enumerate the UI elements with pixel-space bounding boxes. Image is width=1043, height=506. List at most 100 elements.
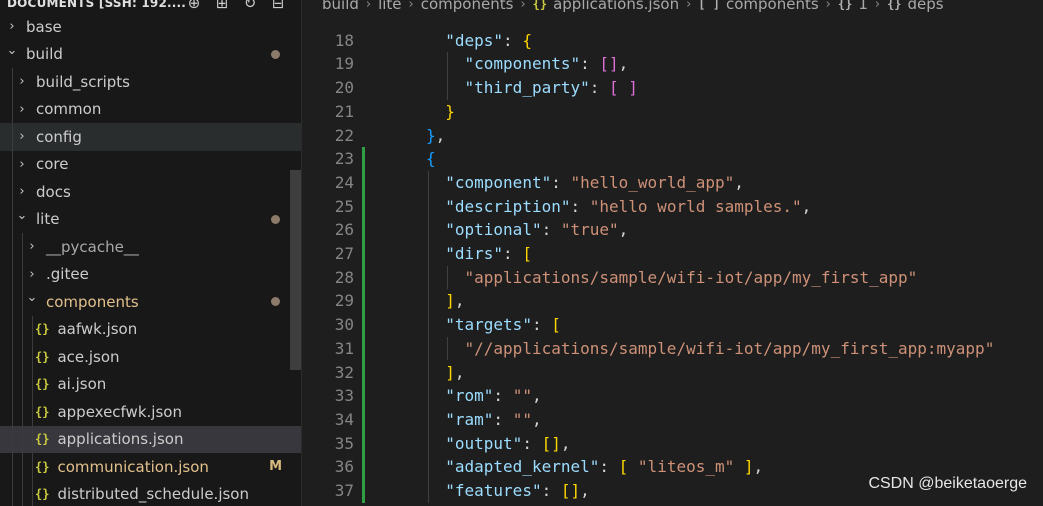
- line-number: 32: [334, 362, 354, 382]
- tree-item-label: distributed_schedule.json: [57, 485, 249, 504]
- code-line: 31 "//applications/sample/wifi-iot/app/my…: [302, 337, 1043, 361]
- breadcrumb-item[interactable]: 1: [858, 0, 868, 13]
- file-item-communication-json[interactable]: {} communication.json M: [0, 453, 301, 481]
- code-text: ],: [445, 289, 464, 313]
- breadcrumb-item[interactable]: components: [726, 0, 819, 13]
- code-text: ],: [445, 361, 464, 385]
- folder-item-lite[interactable]: ⌄ lite: [0, 205, 301, 233]
- code-text: "deps": {: [445, 29, 532, 53]
- code-text: "features": [],: [445, 479, 590, 503]
- code-token: {: [426, 149, 436, 169]
- line-number: 22: [334, 125, 354, 145]
- tree-item-label: appexecfwk.json: [57, 402, 182, 421]
- breadcrumb-item[interactable]: deps: [908, 0, 944, 13]
- line-number: 21: [334, 101, 354, 121]
- new-file-icon[interactable]: ⊕: [184, 0, 204, 11]
- code-line: 27 "dirs": [: [302, 242, 1043, 266]
- file-item-aafwk-json[interactable]: {} aafwk.json: [0, 315, 301, 343]
- code-token: [: [618, 457, 629, 477]
- code-token: :: [503, 244, 523, 263]
- breadcrumb-item[interactable]: build: [322, 0, 359, 13]
- line-number: 19: [334, 54, 354, 74]
- code-token: {: [522, 30, 532, 50]
- indent-guide: [22, 370, 23, 398]
- refresh-icon[interactable]: ↻: [240, 0, 260, 11]
- code-token: "dirs": [445, 244, 504, 263]
- indent-guide: [22, 343, 23, 371]
- sidebar-scrollbar[interactable]: [290, 170, 301, 370]
- indent-guide: [12, 233, 13, 261]
- folder-item-build[interactable]: ⌄ build: [0, 41, 301, 69]
- collapse-all-icon[interactable]: ⊟: [268, 0, 288, 11]
- code-token: "//applications/sample/wifi-iot/app/my_f…: [464, 338, 995, 358]
- tree-item-label: ai.json: [57, 375, 107, 394]
- file-item-applications-json[interactable]: {} applications.json: [0, 425, 301, 453]
- breadcrumb-item[interactable]: applications.json: [553, 0, 679, 13]
- new-folder-icon[interactable]: ⊞: [212, 0, 232, 11]
- folder-item-config[interactable]: › config: [0, 123, 301, 151]
- chevron-right-icon: ›: [686, 0, 692, 12]
- object-symbol-icon: {}: [887, 0, 902, 11]
- breadcrumb-item[interactable]: lite: [378, 0, 401, 13]
- file-item-ai-json[interactable]: {} ai.json: [0, 370, 301, 398]
- indent-guide: [12, 178, 13, 206]
- file-item-distributed-schedule-json[interactable]: {} distributed_schedule.json: [0, 480, 301, 506]
- code-token: ,: [618, 220, 629, 240]
- indent-guide: [22, 288, 23, 316]
- code-token: "": [512, 409, 532, 429]
- code-token: ,: [454, 362, 465, 382]
- code-editor[interactable]: 17"features": [],18"deps": {19"component…: [302, 0, 1043, 506]
- code-token: :: [541, 220, 561, 240]
- code-text: "applications/sample/wifi-iot/app/my_fir…: [465, 266, 918, 290]
- indent-guide: [12, 315, 13, 343]
- code-token: :: [599, 457, 619, 477]
- line-number: 33: [334, 386, 354, 406]
- tree-item-label: .gitee: [46, 265, 89, 284]
- explorer-header: DOCUMENTS [SSH: 192.... ⊕ ⊞ ↻ ⊟: [0, 0, 301, 13]
- line-number: 30: [334, 315, 354, 335]
- code-text: "component": "hello_world_app",: [445, 171, 744, 195]
- breadcrumb-item[interactable]: components: [421, 0, 514, 13]
- code-line: 32],: [302, 361, 1043, 385]
- folder-item-core[interactable]: › core: [0, 150, 301, 178]
- json-file-icon: {}: [35, 404, 50, 419]
- chevron-right-icon: ›: [825, 0, 831, 12]
- tree-item-label: common: [36, 100, 102, 119]
- code-line: 21}: [302, 100, 1043, 124]
- folder-item-gitee[interactable]: › .gitee: [0, 260, 301, 288]
- json-file-icon: {}: [35, 459, 50, 474]
- chevron-down-icon: ⌄: [6, 42, 18, 58]
- indent-guide: [32, 315, 33, 343]
- code-token: "true": [560, 220, 619, 240]
- indent-guide: [12, 123, 13, 151]
- indent-guide: [32, 343, 33, 371]
- line-number: 34: [334, 409, 354, 429]
- indent-guide: [12, 398, 13, 426]
- json-file-icon: {}: [35, 349, 50, 364]
- folder-item-pycache[interactable]: › __pycache__: [0, 233, 301, 261]
- code-token: :: [551, 172, 571, 192]
- folder-item-build-scripts[interactable]: › build_scripts: [0, 68, 301, 96]
- indent-guide: [22, 233, 23, 261]
- json-file-icon: {}: [35, 322, 50, 337]
- code-token: [: [522, 244, 532, 263]
- tree-item-label: docs: [36, 182, 71, 201]
- tree-item-label: config: [36, 127, 82, 146]
- indent-guide: [22, 480, 23, 506]
- file-item-appexecfwk-json[interactable]: {} appexecfwk.json: [0, 398, 301, 426]
- code-token: "": [512, 386, 532, 406]
- tree-item-label: aafwk.json: [57, 320, 138, 339]
- chevron-down-icon: ⌄: [26, 290, 38, 306]
- modified-dot-icon: [271, 297, 280, 307]
- code-line: 19 "components": [],: [302, 52, 1043, 76]
- tree-item-label: communication.json: [57, 457, 209, 476]
- folder-item-base[interactable]: › base: [0, 13, 301, 41]
- folder-item-components[interactable]: ⌄ components: [0, 288, 301, 316]
- code-token: "rom": [445, 386, 494, 406]
- file-item-ace-json[interactable]: {} ace.json: [0, 343, 301, 371]
- indent-guide: [22, 453, 23, 481]
- folder-item-docs[interactable]: › docs: [0, 178, 301, 206]
- code-line: 18 "deps": {: [302, 29, 1043, 53]
- folder-item-common[interactable]: › common: [0, 95, 301, 123]
